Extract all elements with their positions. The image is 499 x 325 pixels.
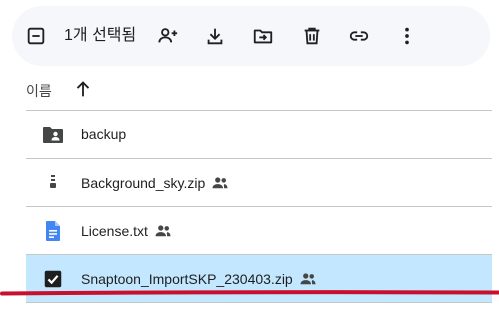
file-row[interactable]: Background_sky.zip	[26, 159, 492, 206]
shared-people-icon	[300, 273, 316, 285]
file-name: Background_sky.zip	[81, 175, 206, 191]
selection-toolbar: 1개 선택됨	[12, 6, 490, 66]
link-icon	[349, 31, 369, 41]
file-name: Snaptoon_ImportSKP_230403.zip	[81, 271, 293, 287]
link-button[interactable]	[343, 20, 375, 52]
shared-folder-icon	[41, 123, 65, 147]
zip-file-icon	[41, 171, 65, 195]
delete-button[interactable]	[296, 20, 328, 52]
shared-people-icon	[155, 225, 171, 237]
deselect-icon	[27, 27, 45, 45]
move-icon	[253, 29, 273, 44]
annotation-underline	[0, 290, 499, 296]
file-name: License.txt	[81, 223, 148, 239]
arrow-up-icon[interactable]	[72, 78, 94, 100]
file-name: backup	[81, 126, 127, 142]
more-icon	[405, 27, 409, 45]
delete-icon	[304, 27, 320, 45]
divider	[26, 302, 492, 303]
file-row[interactable]: License.txt	[26, 207, 492, 254]
file-browser: 1개 선택됨 이름 backup Background_sky.zip Lice…	[0, 0, 499, 325]
share-button[interactable]	[152, 20, 184, 52]
more-button[interactable]	[391, 20, 423, 52]
document-icon	[41, 219, 65, 243]
share-icon	[158, 28, 178, 43]
sort-header: 이름	[26, 78, 496, 104]
file-row[interactable]: backup	[26, 111, 492, 158]
shared-people-icon	[212, 177, 228, 189]
move-button[interactable]	[247, 20, 279, 52]
deselect-button[interactable]	[20, 20, 52, 52]
selection-count: 1개 선택됨	[64, 27, 137, 44]
checkbox-checked-icon[interactable]	[41, 267, 65, 291]
download-button[interactable]	[199, 20, 231, 52]
sort-label[interactable]: 이름	[26, 81, 52, 101]
download-icon	[207, 28, 223, 45]
